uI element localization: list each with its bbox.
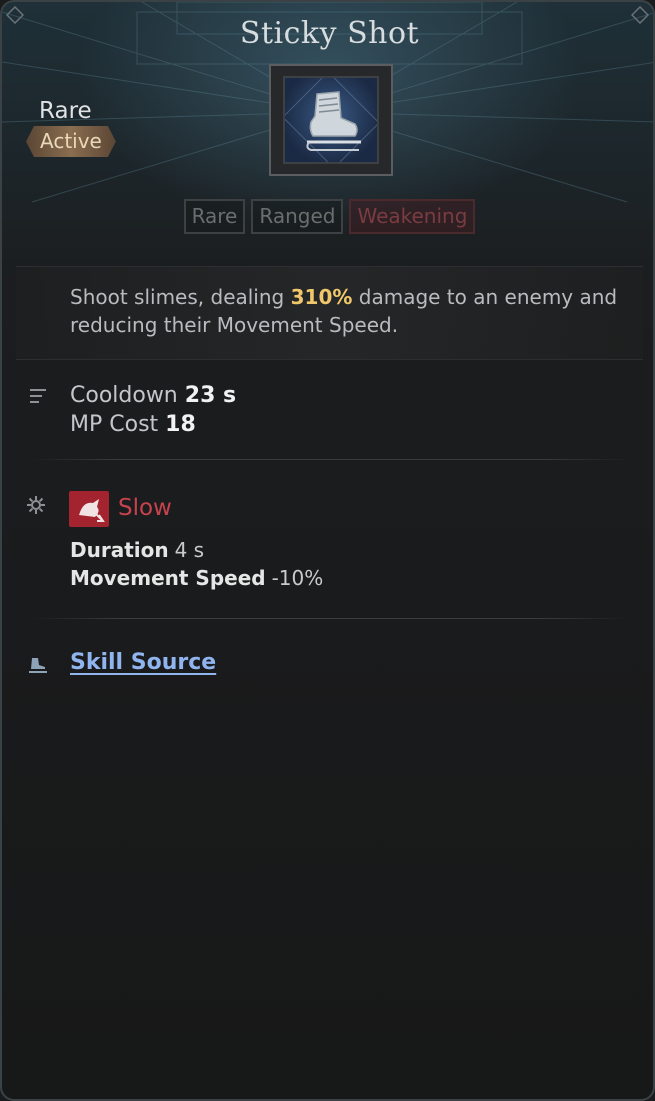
skill-tags: Rare Ranged Weakening: [2, 199, 653, 234]
rarity-block: Rare Active: [26, 98, 116, 157]
skill-tooltip-panel: Sticky Shot Rare Active Rare Ranged Weak…: [0, 0, 655, 1101]
tag-rare: Rare: [183, 199, 246, 234]
skill-icon-frame: [269, 64, 393, 176]
tag-ranged: Ranged: [251, 199, 344, 234]
section-divider: [30, 618, 630, 619]
movement-speed-row: Movement Speed -10%: [70, 566, 323, 590]
gear-icon: [27, 496, 45, 514]
duration-label: Duration: [70, 538, 169, 562]
duration-row: Duration 4 s: [70, 538, 204, 562]
skill-source-link[interactable]: Skill Source: [70, 650, 216, 675]
effect-name: Slow: [118, 495, 172, 521]
cooldown-value: 23 s: [184, 383, 237, 408]
tag-weakening: Weakening: [349, 199, 476, 234]
section-divider: [30, 459, 630, 460]
duration-value: 4 s: [174, 538, 205, 562]
description-before: Shoot slimes, dealing: [70, 285, 291, 309]
skill-title: Sticky Shot: [239, 16, 420, 51]
skate-boot-icon: [282, 71, 380, 169]
slow-debuff-icon: [69, 491, 109, 527]
skill-icon: [282, 71, 380, 169]
mp-cost-row: MP Cost 18: [70, 412, 196, 437]
description-box: Shoot slimes, dealing 310% damage to an …: [16, 266, 643, 360]
rarity-label: Rare: [39, 98, 92, 124]
cooldown-label: Cooldown: [70, 383, 178, 408]
movement-speed-label: Movement Speed: [70, 566, 266, 590]
skill-type-badge: Active: [26, 126, 116, 157]
mp-cost-label: MP Cost: [70, 412, 159, 437]
mp-cost-value: 18: [165, 412, 196, 437]
description-text: Shoot slimes, dealing 310% damage to an …: [70, 283, 630, 339]
skate-icon: [29, 658, 47, 673]
cooldown-row: Cooldown 23 s: [70, 383, 236, 408]
movement-speed-value: -10%: [271, 566, 324, 590]
damage-percent: 310%: [290, 285, 353, 309]
list-icon: [30, 389, 46, 403]
